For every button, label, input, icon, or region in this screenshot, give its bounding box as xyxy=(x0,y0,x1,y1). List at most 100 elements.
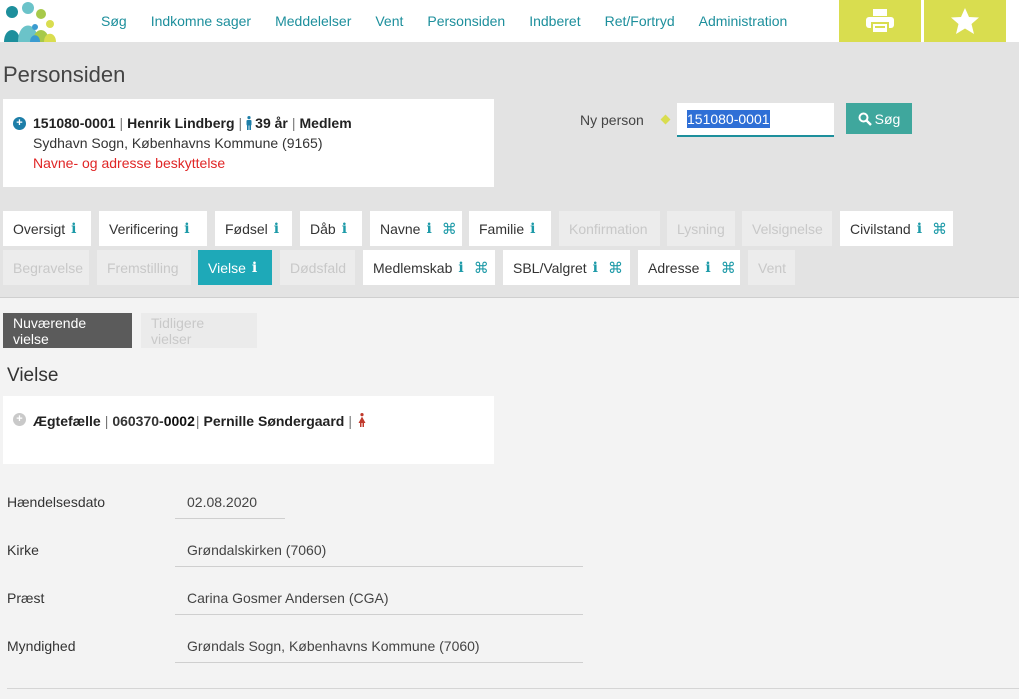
person-summary-card: + 151080-0001 | Henrik Lindberg | 39 år … xyxy=(3,99,494,187)
tab-label: SBL/Valgret xyxy=(513,259,587,276)
info-icon[interactable]: i xyxy=(917,221,922,237)
person-summary-line: + 151080-0001 | Henrik Lindberg | 39 år … xyxy=(13,115,494,131)
person-search-input[interactable]: 151080-0001 xyxy=(677,103,834,137)
tab-vent: Vent xyxy=(748,250,795,285)
tab-velsignelse: Velsignelse xyxy=(742,211,832,246)
info-icon[interactable]: i xyxy=(705,260,710,276)
spouse-cpr-prefix: 060370- xyxy=(112,413,164,429)
search-icon xyxy=(858,112,872,126)
tab-daab[interactable]: Dåb i xyxy=(300,211,362,246)
spouse-role: Ægtefælle xyxy=(33,413,101,429)
printer-icon xyxy=(866,9,894,34)
field-label-event-date: Hændelsesdato xyxy=(7,494,106,510)
main-menu: Søg Indkomne sager Meddelelser Vent Pers… xyxy=(89,0,799,42)
info-icon[interactable]: i xyxy=(274,221,279,237)
field-label-church: Kirke xyxy=(7,542,39,558)
tab-navne[interactable]: Navne i ⌘ xyxy=(370,211,462,246)
tab-verificering[interactable]: Verificering i xyxy=(99,211,207,246)
separator: | xyxy=(119,115,124,131)
tab-doedsfald: Dødsfald xyxy=(280,250,355,285)
subtab-previous-marriages: Tidligere vielser xyxy=(141,313,257,348)
tab-label: Fremstilling xyxy=(107,259,179,276)
command-icon[interactable]: ⌘ xyxy=(932,220,947,238)
info-icon[interactable]: i xyxy=(458,260,463,276)
info-icon[interactable]: i xyxy=(593,260,598,276)
expand-plus-icon[interactable]: + xyxy=(13,413,26,426)
tab-adresse[interactable]: Adresse i ⌘ xyxy=(638,250,740,285)
tab-label: Fødsel xyxy=(225,220,268,237)
tab-label: Konfirmation xyxy=(569,220,648,237)
command-icon[interactable]: ⌘ xyxy=(442,220,457,238)
tab-familie[interactable]: Familie i xyxy=(469,211,551,246)
separator: | xyxy=(238,115,243,131)
search-button[interactable]: Søg xyxy=(846,103,912,134)
field-value-priest[interactable]: Carina Gosmer Andersen (CGA) xyxy=(175,582,583,615)
tab-label: Medlemskab xyxy=(373,259,453,276)
command-icon[interactable]: ⌘ xyxy=(721,259,736,277)
info-icon[interactable]: i xyxy=(342,221,347,237)
command-icon[interactable]: ⌘ xyxy=(608,259,623,277)
tab-label: Oversigt xyxy=(13,220,66,237)
tab-label: Verificering xyxy=(109,220,179,237)
favorite-button[interactable] xyxy=(924,0,1006,42)
nav-item-administration[interactable]: Administration xyxy=(687,13,800,29)
print-button[interactable] xyxy=(839,0,921,42)
tab-foedsel[interactable]: Fødsel i xyxy=(215,211,292,246)
divider xyxy=(7,688,1019,689)
tab-lysning: Lysning xyxy=(667,211,735,246)
command-icon[interactable]: ⌘ xyxy=(474,259,489,277)
nav-item-vent[interactable]: Vent xyxy=(363,13,415,29)
field-label-priest: Præst xyxy=(7,590,45,606)
nav-item-soeg[interactable]: Søg xyxy=(89,13,139,29)
field-value-authority[interactable]: Grøndals Sogn, Københavns Kommune (7060) xyxy=(175,630,583,663)
tab-oversigt[interactable]: Oversigt i xyxy=(3,211,91,246)
separator: | xyxy=(195,413,200,429)
family-logo-icon[interactable] xyxy=(3,0,59,42)
spouse-name: Pernille Søndergaard xyxy=(203,413,345,429)
nav-item-ret-fortryd[interactable]: Ret/Fortryd xyxy=(593,13,687,29)
tab-fremstilling: Fremstilling xyxy=(97,250,191,285)
field-label-authority: Myndighed xyxy=(7,638,76,654)
tab-konfirmation: Konfirmation xyxy=(559,211,660,246)
info-icon[interactable]: i xyxy=(426,221,431,237)
page-title: Personsiden xyxy=(3,62,126,87)
star-icon xyxy=(951,8,979,34)
tab-sbl-valgret[interactable]: SBL/Valgret i ⌘ xyxy=(503,250,630,285)
info-icon[interactable]: i xyxy=(184,221,189,237)
man-icon xyxy=(246,116,252,130)
separator: | xyxy=(104,413,109,429)
spouse-cpr-suffix: 0002 xyxy=(163,413,195,429)
tab-label: Navne xyxy=(380,220,421,237)
subtab-current-marriage[interactable]: Nuværende vielse xyxy=(3,313,132,348)
info-icon[interactable]: i xyxy=(252,260,257,276)
person-cpr: 151080-0001 xyxy=(33,115,116,131)
address-protection-warning: Navne- og adresse beskyttelse xyxy=(33,155,226,171)
top-navigation: Søg Indkomne sager Meddelelser Vent Pers… xyxy=(0,0,1019,42)
tab-civilstand[interactable]: Civilstand i ⌘ xyxy=(840,211,953,246)
nav-item-personsiden[interactable]: Personsiden xyxy=(415,13,517,29)
person-status: Medlem xyxy=(299,115,352,131)
tab-begravelse: Begravelse xyxy=(3,250,89,285)
field-value-event-date[interactable]: 02.08.2020 xyxy=(175,486,285,519)
nav-item-indkomne-sager[interactable]: Indkomne sager xyxy=(139,13,263,29)
tab-label: Adresse xyxy=(648,259,700,276)
search-button-label: Søg xyxy=(874,110,901,127)
info-icon[interactable]: i xyxy=(71,221,76,237)
tab-label: Velsignelse xyxy=(752,220,823,237)
new-person-label: Ny person xyxy=(580,112,644,128)
woman-icon xyxy=(358,413,366,427)
tab-medlemskab[interactable]: Medlemskab i ⌘ xyxy=(363,250,495,285)
info-icon[interactable]: i xyxy=(530,221,535,237)
tab-label: Dåb xyxy=(310,220,336,237)
nav-item-indberet[interactable]: Indberet xyxy=(517,13,592,29)
nav-item-meddelelser[interactable]: Meddelelser xyxy=(263,13,363,29)
separator: | xyxy=(348,413,352,429)
tab-label: Begravelse xyxy=(13,259,84,276)
tab-label: Lysning xyxy=(677,220,725,237)
expand-plus-icon[interactable]: + xyxy=(13,116,26,130)
section-title: Vielse xyxy=(7,365,59,386)
tab-label: Civilstand xyxy=(850,220,911,237)
tab-vielse[interactable]: Vielse i xyxy=(198,250,272,285)
person-address: Sydhavn Sogn, Københavns Kommune (9165) xyxy=(33,135,323,151)
field-value-church[interactable]: Grøndalskirken (7060) xyxy=(175,534,583,567)
